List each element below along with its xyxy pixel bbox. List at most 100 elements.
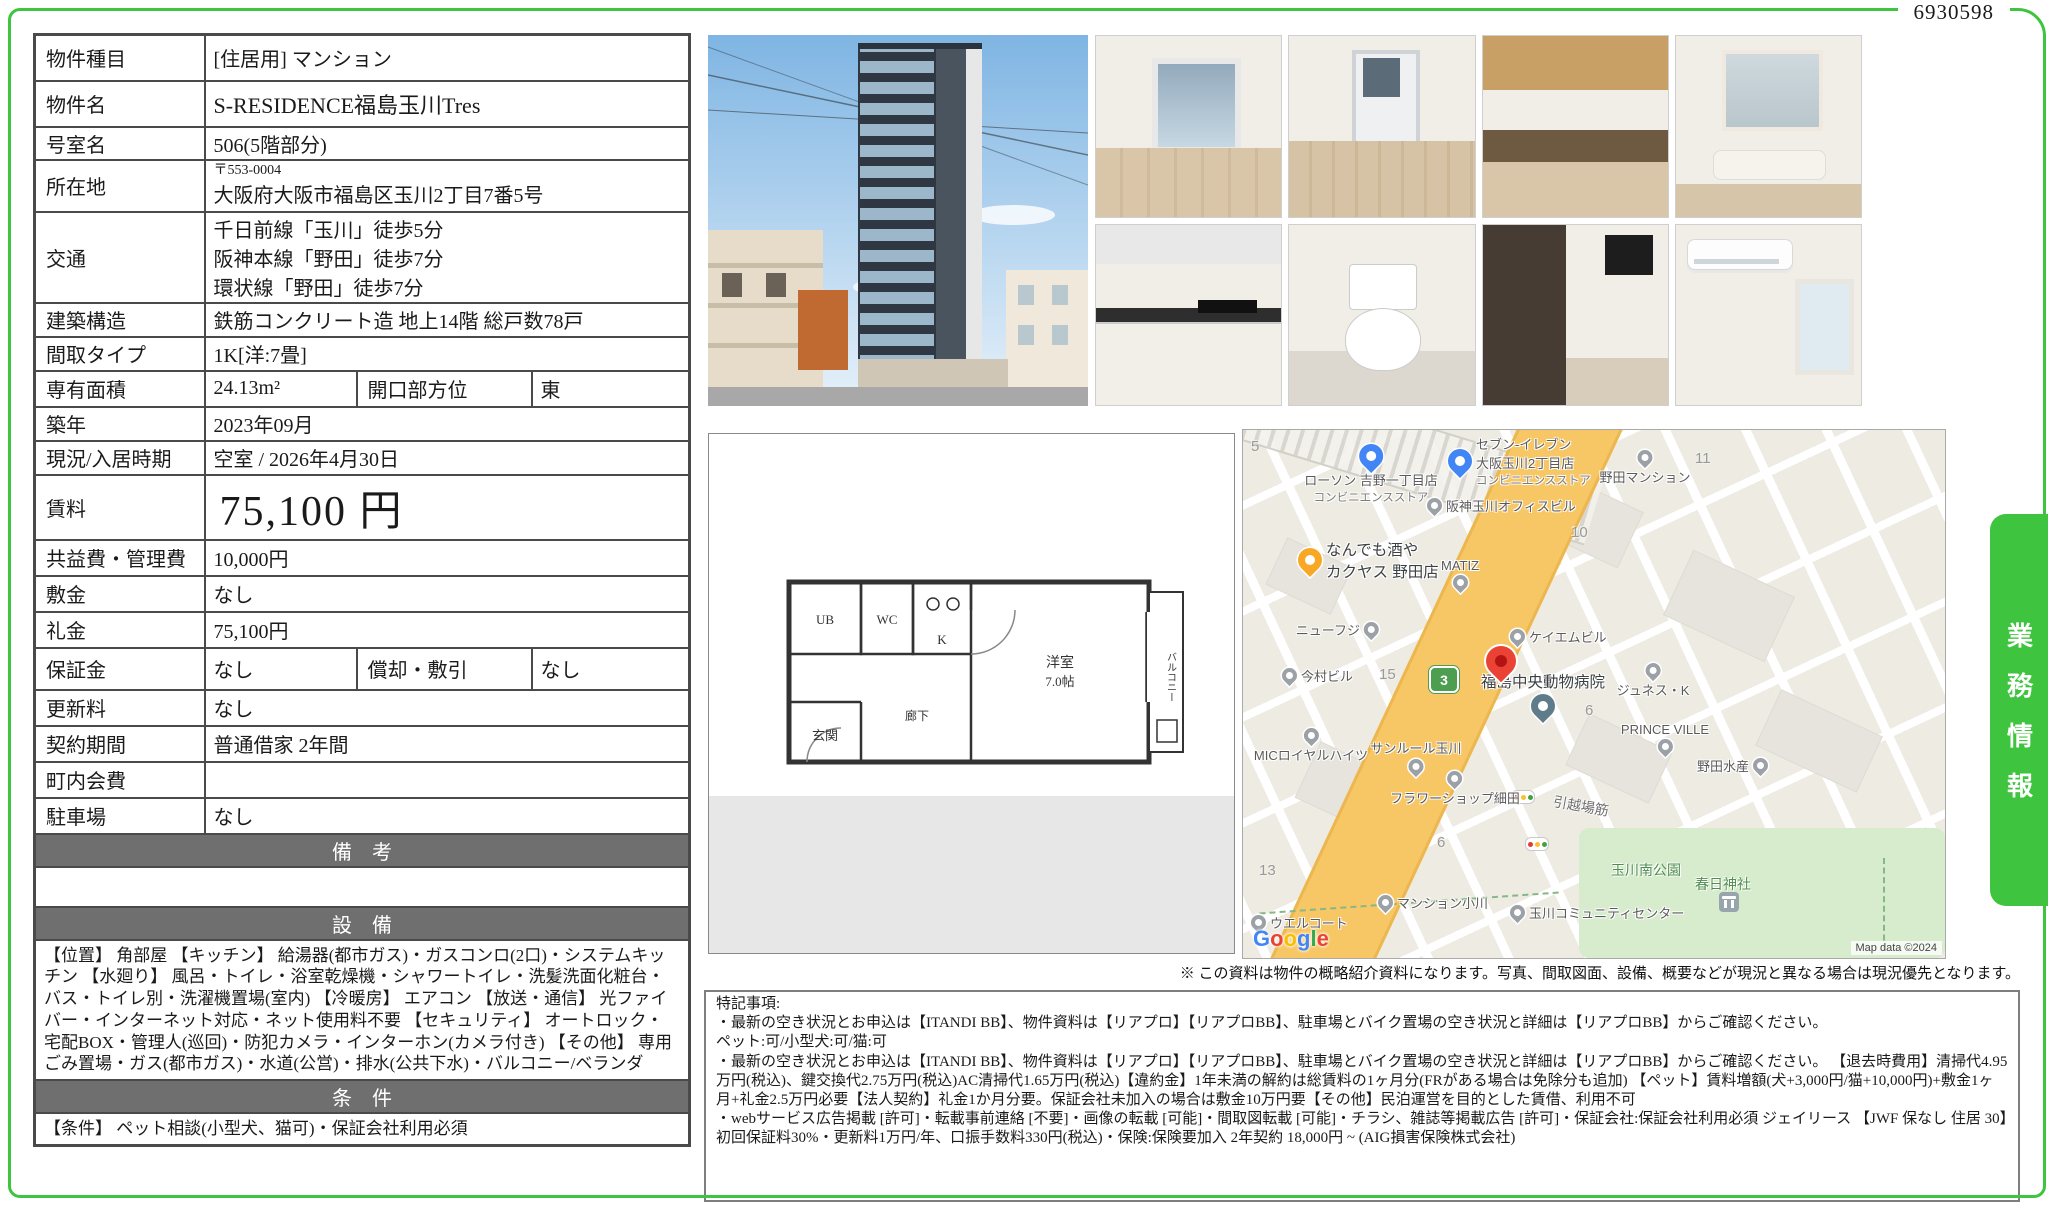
notes-paragraph: ・webサービス広告掲載 [許可]・転載事前連絡 [不要]・画像の転載 [可能]…: [716, 1110, 2008, 1148]
fp-label-k: K: [937, 632, 947, 647]
photo-shape: [1152, 58, 1242, 153]
traffic-light-icon: [1525, 837, 1549, 851]
photo-shape: [1483, 225, 1566, 406]
notes-paragraph: ・最新の空き状況とお申込は【ITANDI BB】、物件資料は【リアプロ】【リアプ…: [716, 1053, 2008, 1111]
row-value: 10,000円: [205, 540, 690, 576]
photo-shape: [1345, 308, 1421, 371]
photo-shape: [1795, 279, 1853, 376]
poi-sub: コンビニエンスストア: [1314, 489, 1429, 505]
section-header-row: 設 備: [35, 907, 690, 940]
photo-shape: [1605, 235, 1653, 275]
route-shield: 3: [1429, 666, 1459, 693]
map-copyright: Map data ©2024: [1851, 941, 1943, 955]
table-row: 交通 千日前線「玉川」徒歩5分 阪神本線「野田」徒歩7分 環状線「野田」徒歩7分: [35, 212, 690, 303]
special-notes-box: 特記事項: ・最新の空き状況とお申込は【ITANDI BB】、物件資料は【リアプ…: [704, 990, 2020, 1202]
equipment-header: 設 備: [35, 907, 690, 940]
table-row: 共益費・管理費 10,000円: [35, 540, 690, 576]
map-poi-noda-suisan: 野田水産: [1697, 756, 1768, 775]
map-poi-seven-eleven: セブン-イレブン大阪玉川2丁目店コンビニエンスストア: [1448, 434, 1591, 488]
photo-shape: [1483, 162, 1668, 216]
table-row: 礼金 75,100円: [35, 612, 690, 648]
row-label: 開口部方位: [357, 371, 532, 407]
shrine-label: 春日神社: [1695, 874, 1751, 894]
table-row: 物件種目 [住居用] マンション: [35, 35, 690, 81]
poi-label: マンション小川: [1397, 893, 1488, 912]
map-pin-icon: [1654, 736, 1675, 757]
row-value: 24.13m²: [205, 371, 357, 407]
map-poi-newfuji: ニューフジ: [1296, 620, 1379, 639]
map-poi-junes-k: ジュネス・K: [1617, 663, 1690, 699]
photo-shape: [1349, 264, 1418, 309]
access-cell: 千日前線「玉川」徒歩5分 阪神本線「野田」徒歩7分 環状線「野田」徒歩7分: [205, 212, 690, 303]
table-row: 【条件】 ペット相談(小型犬、猫可)・保証会社利用必須: [35, 1113, 690, 1145]
route-number: 3: [1440, 672, 1448, 688]
fp-label-room: 洋室: [1046, 654, 1074, 671]
photo-shape: [1483, 130, 1668, 162]
poi-label: セブン-イレブン: [1476, 434, 1571, 453]
map-poi-tamagawa-cc: 玉川コミュニティセンター: [1510, 903, 1684, 922]
photo-shape: [1713, 150, 1826, 181]
photo-entrance: [1482, 224, 1669, 407]
poi-label: ジュネス・K: [1617, 680, 1690, 699]
map-block-number: 15: [1379, 666, 1396, 683]
table-row: 物件名 S-RESIDENCE福島玉川Tres: [35, 81, 690, 127]
conditions-header: 条 件: [35, 1080, 690, 1113]
map-pin-convenience-icon: [1354, 439, 1388, 473]
google-logo-letter: G: [1253, 926, 1270, 951]
google-logo-letter: e: [1317, 926, 1329, 951]
google-logo-letter: o: [1284, 926, 1297, 951]
poi-label: サンルール玉川: [1370, 738, 1461, 757]
business-info-tab[interactable]: 業務情報: [1990, 514, 2048, 906]
poi-label: MATIZ: [1441, 558, 1479, 573]
table-row: 【位置】 角部屋 【キッチン】 給湯器(都市ガス)・ガスコンロ(2口)・システム…: [35, 940, 690, 1081]
row-label: 号室名: [35, 127, 205, 160]
fp-label-wc: WC: [877, 612, 898, 627]
fp-label-rouka: 廊下: [905, 708, 929, 723]
photo-air-conditioner: [1675, 224, 1862, 407]
map-poi-flower-hosoda: フラワーショップ細田: [1390, 771, 1520, 807]
table-row: 駐車場 なし: [35, 798, 690, 834]
map-pin-icon: [1634, 447, 1655, 468]
table-row: 敷金 なし: [35, 576, 690, 612]
fp-label-balcony: バルコニー: [1165, 652, 1177, 702]
poi-label: ニューフジ: [1296, 620, 1360, 639]
row-value: 空室 / 2026年4月30日: [205, 441, 690, 475]
poi-label: 玉川コミュニティセンター: [1529, 903, 1684, 922]
access-line: 千日前線「玉川」徒歩5分: [214, 214, 681, 243]
document-number: 6930598: [1898, 0, 2011, 25]
poi-label: MICロイヤルハイツ: [1254, 745, 1368, 764]
map-pin-icon: [1507, 626, 1528, 647]
table-row: 更新料 なし: [35, 690, 690, 726]
park-label: 玉川南公園: [1611, 860, 1681, 880]
map-poi-keiemu: ケイエムビル: [1510, 627, 1607, 646]
table-row: 号室名 506(5階部分): [35, 127, 690, 160]
floorplan-drawing: UB WC K 玄関 廊下 洋室 7.0帖 バルコニー: [727, 552, 1216, 812]
poi-label: PRINCE VILLE: [1621, 722, 1709, 737]
row-value: 東: [532, 371, 690, 407]
map-poi-kakuyasu: なんでも酒やカクヤス 野田店: [1298, 538, 1439, 582]
row-value: なし: [205, 798, 690, 834]
photo-shape: [1096, 322, 1281, 405]
table-row: 間取タイプ 1K[洋:7畳]: [35, 337, 690, 371]
photo-shape: [1687, 239, 1793, 270]
property-sheet: 6930598 業務情報 物件種目 [住居用] マンション 物件名 S-RESI…: [0, 0, 2056, 1206]
map-pin-icon: [1424, 495, 1445, 516]
address-cell: 〒553-0004 大阪府大阪市福島区玉川2丁目7番5号: [205, 160, 690, 212]
property-name: S-RESIDENCE福島玉川Tres: [205, 81, 690, 127]
map-pin-icon: [1507, 902, 1528, 923]
row-label: 敷金: [35, 576, 205, 612]
table-row: [35, 867, 690, 907]
photo-shape: [1198, 300, 1257, 313]
row-label: 賃料: [35, 475, 205, 540]
notes-paragraph: ・最新の空き状況とお申込は【ITANDI BB】、物件資料は【リアプロ】【リアプ…: [716, 1014, 2008, 1033]
row-value: なし: [532, 648, 690, 690]
row-label: 償却・敷引: [357, 648, 532, 690]
equipment-text: 【位置】 角部屋 【キッチン】 給湯器(都市ガス)・ガスコンロ(2口)・システム…: [35, 940, 690, 1081]
map-poi-imamura: 今村ビル: [1282, 666, 1353, 685]
google-logo: Google: [1253, 926, 1329, 952]
row-label: 建築構造: [35, 303, 205, 337]
row-label: 物件種目: [35, 35, 205, 81]
map-block-number: 6: [1437, 834, 1445, 851]
row-value: 1K[洋:7畳]: [205, 337, 690, 371]
map-poi-lawson: ローソン 吉野一丁目店コンビニエンスストア: [1304, 444, 1438, 505]
